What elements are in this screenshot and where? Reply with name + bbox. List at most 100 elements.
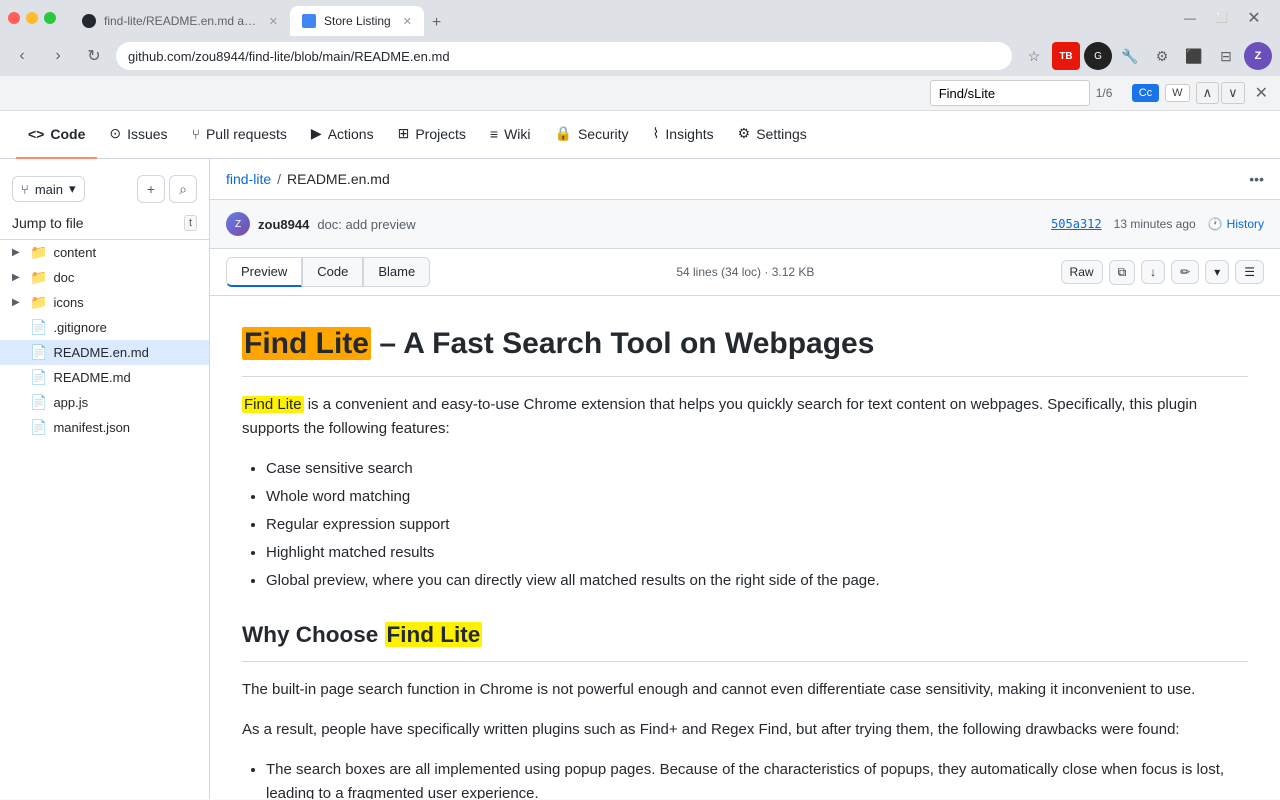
nav-actions[interactable]: ▶ Actions (299, 111, 386, 159)
find-prev-button[interactable]: ∧ (1196, 82, 1220, 104)
nav-pr-label: Pull requests (206, 126, 287, 142)
why-highlight: Find Lite (385, 622, 483, 647)
tab-store-close[interactable]: ✕ (403, 15, 412, 28)
whole-word-option[interactable]: W (1165, 84, 1189, 102)
expand-icon: ▶ (12, 272, 24, 283)
extensions-icon[interactable]: TB (1052, 42, 1080, 70)
sidebar-actions: + ⌕ (137, 175, 197, 203)
tree-folder-doc[interactable]: ▶ 📁 doc (0, 265, 209, 290)
search-files-button[interactable]: ⌕ (169, 175, 197, 203)
find-input[interactable] (930, 80, 1090, 106)
branch-icon: ⑂ (21, 182, 29, 197)
tree-folder-content[interactable]: ▶ 📁 content (0, 240, 209, 265)
tree-item-label: .gitignore (53, 320, 106, 335)
tab-preview[interactable]: Preview (226, 257, 302, 287)
github-favicon (82, 14, 96, 28)
breadcrumb-more-options[interactable]: ••• (1249, 171, 1264, 187)
nav-insights[interactable]: ⌇ Insights (641, 111, 726, 159)
wiki-icon: ≡ (490, 126, 498, 142)
tabs-bar: find-lite/README.en.md at ma... ✕ Store … (70, 0, 1170, 36)
nav-security[interactable]: 🔒 Security (543, 111, 641, 159)
commit-hash-link[interactable]: 505a312 (1051, 217, 1102, 231)
split-icon[interactable]: ⊟ (1212, 42, 1240, 70)
tree-item-label: manifest.json (53, 420, 130, 435)
find-next-button[interactable]: ∨ (1221, 82, 1245, 104)
tab-store[interactable]: Store Listing ✕ (290, 6, 424, 36)
edit-button[interactable]: ✏ (1171, 260, 1199, 284)
forward-button[interactable]: › (44, 42, 72, 70)
nav-settings-label: Settings (756, 126, 807, 142)
file-stats: 54 lines (34 loc) · 3.12 KB (676, 265, 814, 279)
file-toolbar: Preview Code Blame 54 lines (34 loc) · 3… (210, 249, 1280, 296)
download-button[interactable]: ↓ (1141, 260, 1165, 284)
reload-button[interactable]: ↻ (80, 42, 108, 70)
tab-store-label: Store Listing (324, 14, 391, 28)
extension3-icon[interactable]: 🔧 (1116, 42, 1144, 70)
h1-highlight: Find Lite (242, 327, 371, 360)
github-nav: <> Code ⊙ Issues ⑂ Pull requests ▶ Actio… (0, 111, 1280, 159)
nav-issues[interactable]: ⊙ Issues (97, 111, 179, 159)
outline-button[interactable]: ☰ (1235, 260, 1264, 284)
nav-projects[interactable]: ⊞ Projects (386, 111, 478, 159)
issues-icon: ⊙ (109, 125, 121, 142)
tab-github-close[interactable]: ✕ (269, 15, 278, 28)
tab-code[interactable]: Code (302, 257, 363, 287)
folder-icon: 📁 (30, 294, 47, 311)
commit-username[interactable]: zou8944 (258, 217, 309, 232)
breadcrumb-repo-link[interactable]: find-lite (226, 171, 271, 187)
branch-selector[interactable]: ⑂ main ▾ (12, 176, 85, 202)
add-file-button[interactable]: + (137, 175, 165, 203)
breadcrumb-separator: / (277, 171, 281, 187)
tree-file-manifest[interactable]: ▶ 📄 manifest.json (0, 415, 209, 440)
history-clock-icon: 🕐 (1208, 217, 1223, 231)
commit-left: Z zou8944 doc: add preview (226, 212, 416, 236)
case-sensitive-option[interactable]: Cc (1132, 84, 1159, 102)
nav-insights-label: Insights (665, 126, 713, 142)
commit-time: 13 minutes ago (1114, 217, 1196, 231)
tree-file-gitignore[interactable]: ▶ 📄 .gitignore (0, 315, 209, 340)
new-tab-button[interactable]: + (424, 10, 449, 36)
jump-to-bar[interactable]: Jump to file t (0, 211, 209, 240)
tab-github[interactable]: find-lite/README.en.md at ma... ✕ (70, 6, 290, 36)
breadcrumb: find-lite / README.en.md (226, 171, 390, 187)
extension4-icon[interactable]: ⚙ (1148, 42, 1176, 70)
settings-icon: ⚙ (738, 125, 751, 142)
file-icon: 📄 (30, 419, 47, 436)
extension2-icon[interactable]: G (1084, 42, 1112, 70)
find-close-button[interactable]: ✕ (1251, 83, 1272, 103)
nav-projects-label: Projects (415, 126, 466, 142)
nav-code[interactable]: <> Code (16, 111, 97, 159)
maximize-window-button[interactable] (44, 12, 56, 24)
profile-icon[interactable]: Z (1244, 42, 1272, 70)
address-input[interactable] (116, 42, 1012, 70)
window-minimize-btn[interactable]: — (1176, 4, 1204, 32)
sidebar-header: ⑂ main ▾ + ⌕ (0, 167, 209, 211)
tree-file-readme-en[interactable]: ▶ 📄 README.en.md (0, 340, 209, 365)
file-tabs: Preview Code Blame (226, 257, 430, 287)
back-button[interactable]: ‹ (8, 42, 36, 70)
window-close-btn[interactable]: ✕ (1240, 4, 1268, 32)
more-options-button[interactable]: ▾ (1205, 260, 1229, 284)
close-window-button[interactable] (8, 12, 20, 24)
file-icon: 📄 (30, 319, 47, 336)
nav-pull-requests[interactable]: ⑂ Pull requests (180, 111, 299, 159)
folder-icon: 📁 (30, 244, 47, 261)
nav-settings[interactable]: ⚙ Settings (726, 111, 819, 159)
nav-security-label: Security (578, 126, 629, 142)
folder-icon: 📁 (30, 269, 47, 286)
nav-wiki[interactable]: ≡ Wiki (478, 111, 543, 159)
tree-file-readme[interactable]: ▶ 📄 README.md (0, 365, 209, 390)
raw-button[interactable]: Raw (1061, 260, 1103, 284)
intro-highlight: Find Lite (242, 396, 304, 413)
history-button[interactable]: 🕐 History (1208, 217, 1264, 231)
browser-titlebar: find-lite/README.en.md at ma... ✕ Store … (0, 0, 1280, 36)
branch-chevron: ▾ (69, 181, 76, 197)
copy-raw-button[interactable]: ⧉ (1109, 260, 1136, 285)
minimize-window-button[interactable] (26, 12, 38, 24)
tab-blame[interactable]: Blame (363, 257, 430, 287)
window-restore-btn[interactable]: ⬜ (1208, 4, 1236, 32)
tree-folder-icons[interactable]: ▶ 📁 icons (0, 290, 209, 315)
tree-file-appjs[interactable]: ▶ 📄 app.js (0, 390, 209, 415)
bookmark-icon[interactable]: ☆ (1020, 42, 1048, 70)
cast-icon[interactable]: ⬛ (1180, 42, 1208, 70)
